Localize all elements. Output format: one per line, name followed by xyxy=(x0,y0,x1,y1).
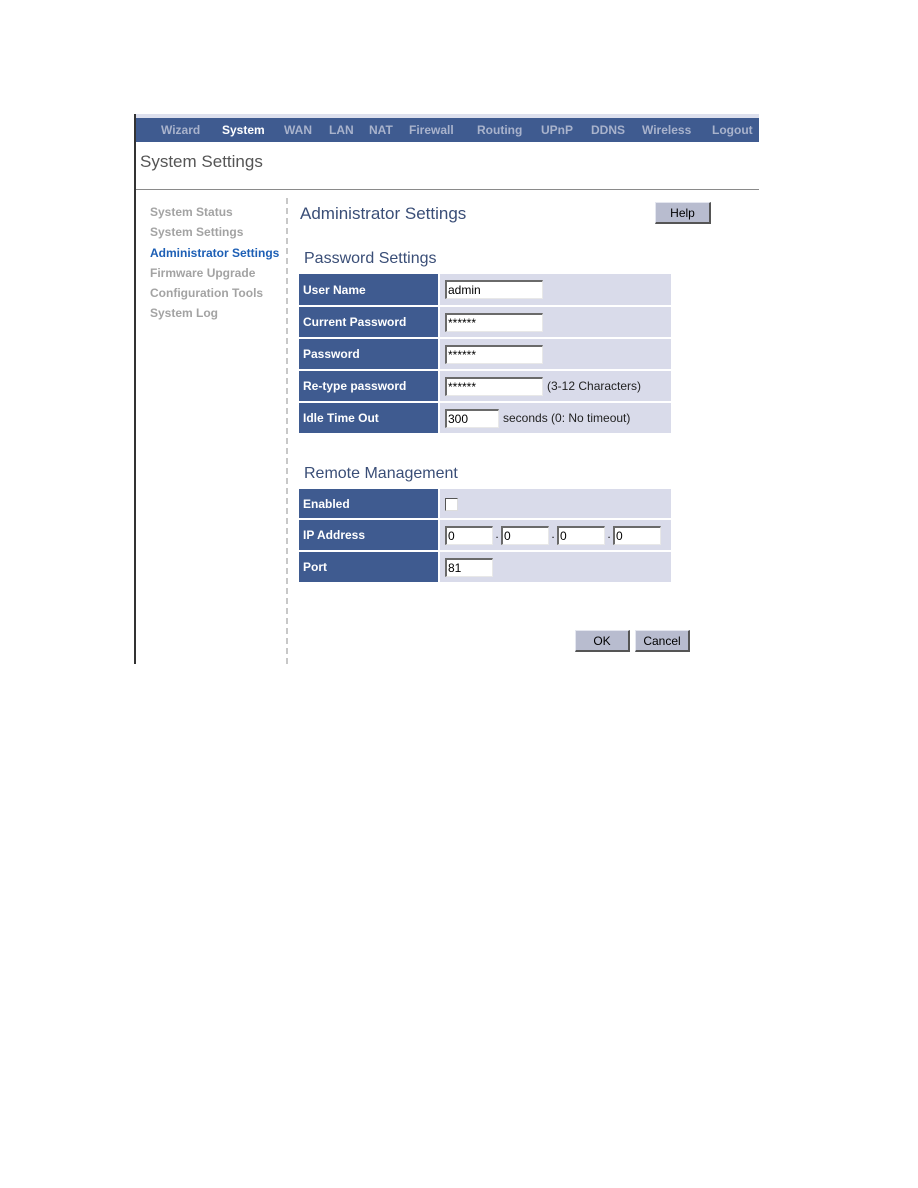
ip-address-label: IP Address xyxy=(299,519,440,552)
idle-timeout-label: Idle Time Out xyxy=(299,402,440,435)
row-port: Port xyxy=(299,551,671,584)
current-password-input[interactable] xyxy=(445,312,543,332)
content-title: Administrator Settings xyxy=(300,204,467,223)
idle-timeout-hint: seconds (0: No timeout) xyxy=(503,411,631,425)
ip-separator: . xyxy=(607,527,611,542)
password-settings-table: User Name Current Password Password Re-t… xyxy=(299,274,671,435)
nav-firewall[interactable]: Firewall xyxy=(409,123,454,137)
cancel-button[interactable]: Cancel xyxy=(635,630,690,652)
enabled-label: Enabled xyxy=(299,489,440,520)
help-button[interactable]: Help xyxy=(655,202,711,224)
nav-system[interactable]: System xyxy=(222,123,265,137)
nav-routing[interactable]: Routing xyxy=(477,123,522,137)
sidebar-item-system-log[interactable]: System Log xyxy=(150,303,279,323)
router-admin-page: Wizard System WAN LAN NAT Firewall Routi… xyxy=(134,114,761,664)
nav-lan[interactable]: LAN xyxy=(329,123,354,137)
sidebar-item-system-settings[interactable]: System Settings xyxy=(150,222,279,242)
user-name-label: User Name xyxy=(299,274,440,307)
sidebar-divider xyxy=(286,198,288,664)
nav-nat[interactable]: NAT xyxy=(369,123,393,137)
password-input[interactable] xyxy=(445,344,543,364)
ip-octet-3-input[interactable] xyxy=(557,525,605,545)
row-idle-timeout: Idle Time Out seconds (0: No timeout) xyxy=(299,402,671,435)
ip-separator: . xyxy=(551,527,555,542)
title-divider xyxy=(136,189,759,190)
page-title: System Settings xyxy=(140,152,263,171)
nav-wireless[interactable]: Wireless xyxy=(642,123,691,137)
port-input[interactable] xyxy=(445,557,493,577)
ip-octet-1-input[interactable] xyxy=(445,525,493,545)
row-retype-password: Re-type password (3-12 Characters) xyxy=(299,370,671,403)
ip-octet-4-input[interactable] xyxy=(613,525,661,545)
top-nav: Wizard System WAN LAN NAT Firewall Routi… xyxy=(136,118,759,142)
nav-logout[interactable]: Logout xyxy=(712,123,753,137)
port-label: Port xyxy=(299,551,440,584)
remote-management-table: Enabled IP Address ... Port xyxy=(299,489,671,584)
password-length-hint: (3-12 Characters) xyxy=(547,379,642,393)
sidebar-item-configuration-tools[interactable]: Configuration Tools xyxy=(150,283,279,303)
ip-octet-2-input[interactable] xyxy=(501,525,549,545)
ip-separator: . xyxy=(495,527,499,542)
nav-wan[interactable]: WAN xyxy=(284,123,312,137)
remote-management-title: Remote Management xyxy=(304,465,458,482)
enabled-checkbox[interactable] xyxy=(445,497,458,511)
password-label: Password xyxy=(299,338,440,371)
password-settings-title: Password Settings xyxy=(304,250,437,267)
sidebar-item-system-status[interactable]: System Status xyxy=(150,202,279,222)
row-current-password: Current Password xyxy=(299,306,671,339)
row-password: Password xyxy=(299,338,671,371)
ok-button[interactable]: OK xyxy=(575,630,630,652)
nav-wizard[interactable]: Wizard xyxy=(161,123,200,137)
sidebar: System Status System Settings Administra… xyxy=(150,202,279,324)
sidebar-item-firmware-upgrade[interactable]: Firmware Upgrade xyxy=(150,263,279,283)
row-ip-address: IP Address ... xyxy=(299,519,671,552)
retype-password-label: Re-type password xyxy=(299,370,440,403)
nav-ddns[interactable]: DDNS xyxy=(591,123,625,137)
current-password-label: Current Password xyxy=(299,306,440,339)
row-user-name: User Name xyxy=(299,274,671,307)
retype-password-input[interactable] xyxy=(445,376,543,396)
row-enabled: Enabled xyxy=(299,489,671,520)
sidebar-item-administrator-settings[interactable]: Administrator Settings xyxy=(150,243,279,263)
user-name-input[interactable] xyxy=(445,280,543,299)
nav-upnp[interactable]: UPnP xyxy=(541,123,573,137)
idle-timeout-input[interactable] xyxy=(445,408,499,428)
